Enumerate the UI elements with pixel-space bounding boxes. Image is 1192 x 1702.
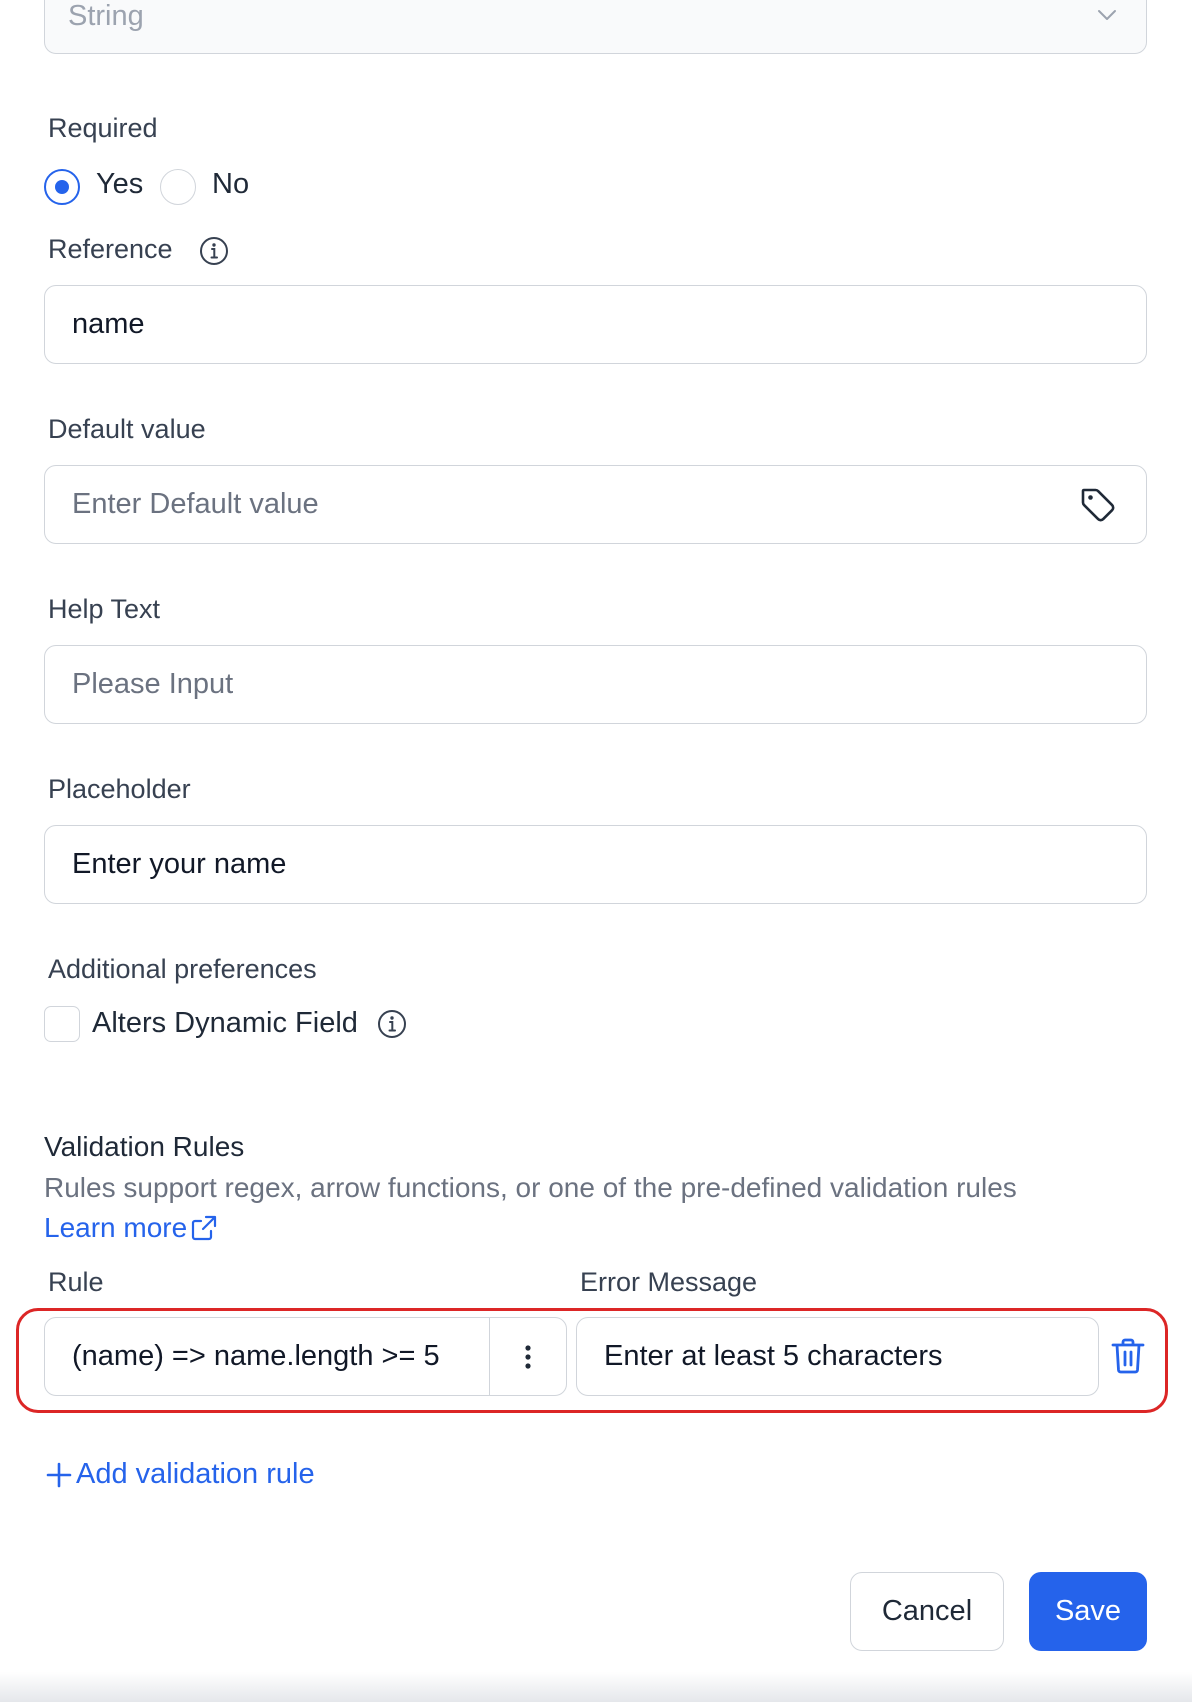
placeholder-label: Placeholder [48,774,191,804]
required-no-label: No [212,168,250,200]
default-value-placeholder: Enter Default value [72,488,319,520]
validation-rules-description: Rules support regex, arrow functions, or… [44,1172,1017,1203]
save-button[interactable]: Save [1029,1572,1147,1651]
cancel-button[interactable]: Cancel [850,1572,1004,1651]
default-value-label: Default value [48,414,206,444]
default-value-input[interactable]: Enter Default value [44,465,1147,544]
required-yes-label: Yes [96,168,144,200]
add-validation-rule-label: Add validation rule [76,1458,315,1490]
placeholder-input[interactable]: Enter your name [44,825,1147,904]
required-no-radio[interactable] [160,169,196,205]
error-message-value: Enter at least 5 characters [604,1340,943,1372]
required-label: Required [48,113,158,143]
learn-more-label: Learn more [44,1212,188,1243]
chevron-down-icon [1098,10,1116,20]
reference-label: Reference [48,234,173,264]
add-validation-rule-button[interactable]: Add validation rule [46,1458,315,1491]
required-yes-radio[interactable] [44,169,80,205]
error-message-input[interactable]: Enter at least 5 characters [576,1317,1099,1396]
trash-icon[interactable] [1110,1337,1146,1375]
rule-input-value: (name) => name.length >= 5 [72,1340,440,1372]
tag-icon[interactable] [1078,485,1118,525]
type-select[interactable]: String [44,0,1147,54]
type-select-value: String [68,0,144,32]
save-label: Save [1054,1595,1122,1627]
alters-dynamic-field-checkbox[interactable] [44,1006,80,1042]
help-text-label: Help Text [48,594,161,624]
info-icon[interactable] [198,235,230,267]
help-text-placeholder: Please Input [72,668,234,700]
external-link-icon [192,1215,217,1241]
plus-icon [46,1462,72,1487]
reference-input-value: name [72,308,145,340]
alters-dynamic-field-label: Alters Dynamic Field [92,1007,358,1039]
rule-input-group: (name) => name.length >= 5 [44,1317,567,1396]
cancel-label: Cancel [881,1595,973,1627]
help-text-input[interactable]: Please Input [44,645,1147,724]
placeholder-input-value: Enter your name [72,848,287,880]
reference-input[interactable]: name [44,285,1147,364]
rule-column-header: Rule [48,1267,104,1297]
rule-options-button[interactable] [490,1318,566,1395]
info-icon[interactable] [376,1008,408,1040]
bottom-shadow [0,1672,1192,1702]
error-message-column-header: Error Message [580,1267,758,1297]
additional-preferences-label: Additional preferences [48,954,317,984]
rule-input[interactable]: (name) => name.length >= 5 [45,1318,490,1395]
validation-rules-title: Validation Rules [44,1131,245,1162]
learn-more-link[interactable]: Learn more [44,1212,219,1244]
more-vertical-icon [525,1344,531,1369]
